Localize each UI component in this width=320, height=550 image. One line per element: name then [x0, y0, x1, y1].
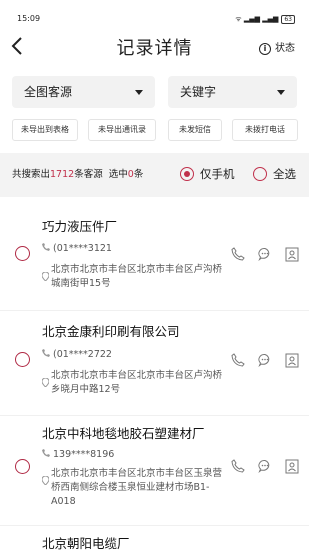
source-dropdown[interactable]: 全图客源: [12, 76, 155, 108]
filter-not-exported-contacts[interactable]: 未导出通讯录: [88, 119, 156, 141]
filter-not-called[interactable]: 未拨打电话: [232, 119, 298, 141]
record-phone: (01****2722: [42, 348, 112, 362]
record-actions: [229, 457, 301, 475]
record-address-text: 北京市北京市丰台区北京市丰台区卢沟桥城南街甲15号: [51, 264, 223, 289]
message-icon[interactable]: [256, 351, 274, 369]
info-icon: i: [259, 43, 271, 55]
status-label: 状态: [275, 43, 295, 54]
location-pin-icon: [41, 475, 50, 490]
record-actions: [229, 351, 301, 369]
caret-down-icon: [277, 90, 285, 95]
record-select-radio[interactable]: [15, 459, 30, 474]
record-address-text: 北京市北京市丰台区北京市丰台区玉泉营桥西南侧综合楼玉泉恒业建材市场B1-A018: [51, 468, 223, 507]
battery-icon: 63: [281, 14, 295, 24]
record-phone: (01****3121: [42, 242, 112, 256]
selected-suffix: 条: [133, 169, 144, 180]
record-phone-text: 139****8196: [53, 449, 115, 460]
summary-suffix: 条客源: [74, 169, 103, 180]
add-contact-icon[interactable]: [283, 457, 301, 475]
record-phone-text: (01****3121: [53, 243, 112, 254]
summary-bar: 共搜索出1712条客源 选中0条 仅手机 全选: [0, 153, 309, 197]
record-name: 北京中科地毯地胶石塑建材厂: [42, 426, 205, 441]
location-pin-icon: [41, 271, 50, 286]
summary-text: 共搜索出1712条客源 选中0条: [12, 168, 143, 182]
record-address-text: 北京市北京市丰台区北京市丰台区卢沟桥乡晓月中路12号: [51, 370, 223, 395]
record-card[interactable]: 北京朝阳电缆厂: [0, 535, 309, 550]
record-card[interactable]: 北京金康利印刷有限公司 (01****2722 北京市北京市丰台区北京市丰台区卢…: [0, 323, 309, 415]
keyword-dropdown-label: 关键字: [180, 85, 217, 99]
result-count: 1712: [50, 169, 75, 180]
nav-bar: 记录详情 i 状态: [0, 34, 309, 64]
record-select-radio[interactable]: [15, 352, 30, 367]
filter-no-sms[interactable]: 未发短信: [168, 119, 222, 141]
divider: [0, 310, 309, 311]
source-dropdown-label: 全图客源: [24, 85, 73, 99]
location-pin-icon: [41, 377, 50, 392]
divider: [0, 525, 309, 526]
call-icon[interactable]: [229, 457, 247, 475]
message-icon[interactable]: [256, 457, 274, 475]
status-button[interactable]: i 状态: [259, 42, 295, 56]
record-card[interactable]: 北京中科地毯地胶石塑建材厂 139****8196 北京市北京市丰台区北京市丰台…: [0, 425, 309, 525]
record-phone: 139****8196: [42, 448, 114, 462]
signal-icon: ᯤ ▂▄▆ ▂▄▆: [235, 14, 279, 23]
radio-checked-icon: [180, 167, 194, 181]
record-actions: [229, 245, 301, 263]
status-icons: ᯤ ▂▄▆ ▂▄▆ 63: [235, 14, 295, 24]
selected-prefix: 选中: [108, 169, 128, 180]
select-all-label: 全选: [273, 167, 296, 181]
record-address: 北京市北京市丰台区北京市丰台区卢沟桥城南街甲15号: [41, 263, 230, 291]
call-icon[interactable]: [229, 245, 247, 263]
record-address: 北京市北京市丰台区北京市丰台区玉泉营桥西南侧综合楼玉泉恒业建材市场B1-A018: [41, 467, 230, 509]
record-phone-text: (01****2722: [53, 349, 112, 360]
record-select-radio[interactable]: [15, 246, 30, 261]
add-contact-icon[interactable]: [283, 351, 301, 369]
record-name: 北京金康利印刷有限公司: [42, 324, 180, 339]
record-address: 北京市北京市丰台区北京市丰台区卢沟桥乡晓月中路12号: [41, 369, 230, 397]
divider: [0, 415, 309, 416]
filter-not-exported-table[interactable]: 未导出到表格: [12, 119, 78, 141]
message-icon[interactable]: [256, 245, 274, 263]
status-time: 15:09: [17, 14, 41, 23]
keyword-dropdown[interactable]: 关键字: [168, 76, 297, 108]
call-icon[interactable]: [229, 351, 247, 369]
summary-prefix: 共搜索出: [12, 169, 51, 180]
phone-small-icon: [42, 242, 50, 256]
status-bar: 15:09 ᯤ ▂▄▆ ▂▄▆ 63: [0, 0, 309, 24]
record-name: 巧力液压件厂: [42, 219, 118, 234]
caret-down-icon: [135, 90, 143, 95]
phone-only-option[interactable]: 仅手机: [180, 166, 235, 182]
phone-only-label: 仅手机: [200, 167, 235, 181]
add-contact-icon[interactable]: [283, 245, 301, 263]
phone-small-icon: [42, 348, 50, 362]
select-all-option[interactable]: 全选: [253, 166, 296, 182]
radio-unchecked-icon: [253, 167, 267, 181]
phone-small-icon: [42, 448, 50, 462]
record-card[interactable]: 巧力液压件厂 (01****3121 北京市北京市丰台区北京市丰台区卢沟桥城南街…: [0, 218, 309, 310]
record-name: 北京朝阳电缆厂: [42, 536, 130, 550]
